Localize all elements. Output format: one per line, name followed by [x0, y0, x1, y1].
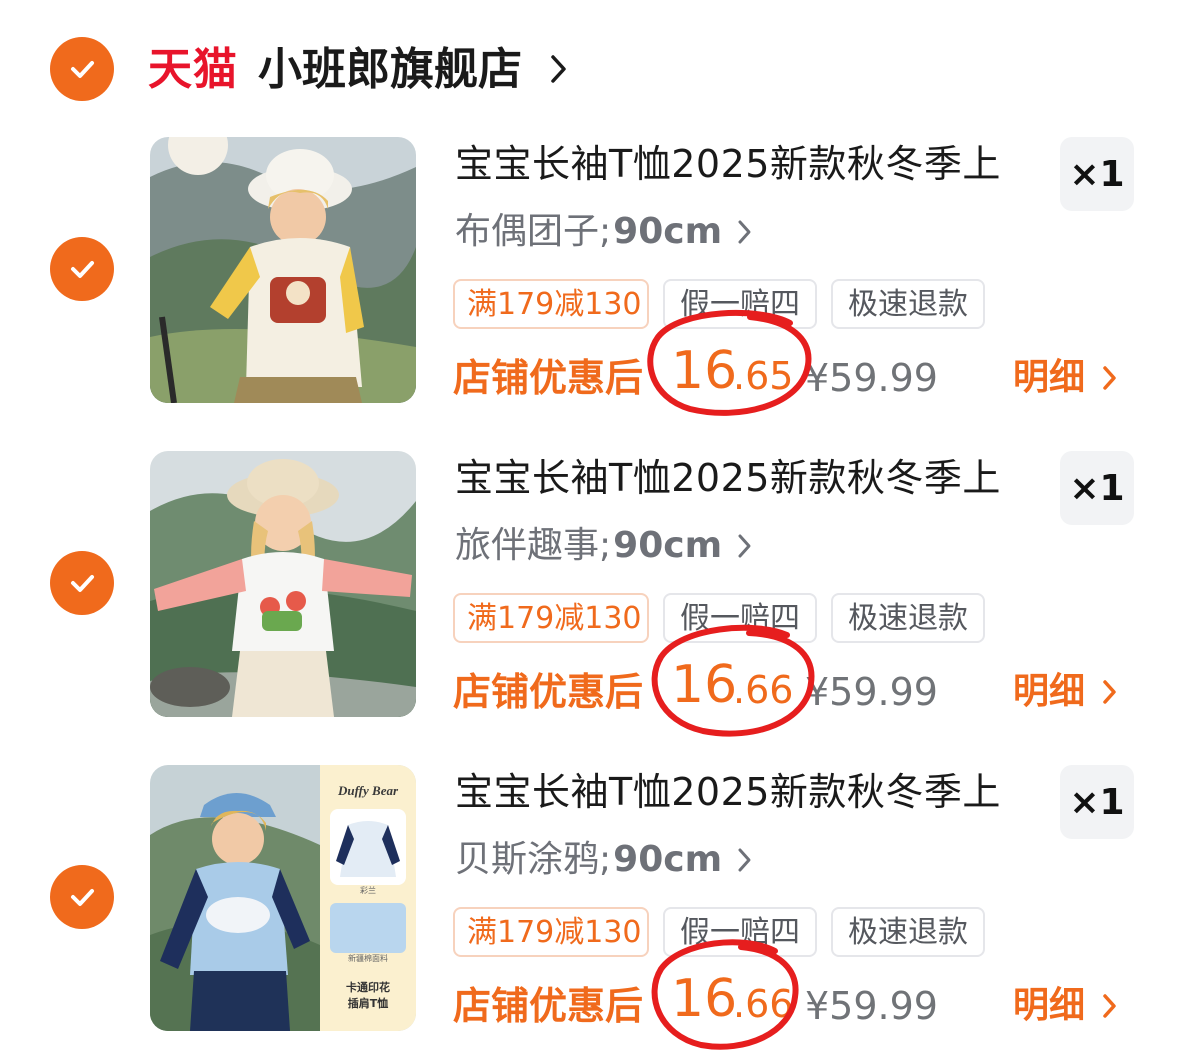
chevron-right-icon	[1103, 680, 1116, 704]
variant-size: 90cm	[613, 211, 723, 252]
price-integer: 16	[671, 341, 738, 401]
item-select-checkbox[interactable]	[50, 237, 114, 301]
detail-button[interactable]: 明细	[1013, 981, 1119, 1031]
variant-selector[interactable]: 旅伴趣事; 90cm	[455, 523, 754, 569]
item-select-checkbox[interactable]	[50, 551, 114, 615]
price-label: 店铺优惠后	[453, 670, 644, 714]
chevron-right-icon	[1103, 994, 1116, 1018]
price-label: 店铺优惠后	[453, 984, 644, 1028]
price-decimal: .66	[733, 668, 794, 712]
price-integer: 16	[671, 655, 738, 715]
side-brand: Duffy Bear	[337, 783, 399, 798]
product-image[interactable]	[150, 137, 416, 403]
check-icon	[71, 575, 94, 592]
product-image[interactable]: Duffy Bear 彩兰 新疆棉面料 卡通印花 插肩T恤	[150, 765, 416, 1031]
price-decimal: .66	[733, 982, 794, 1026]
original-price: ¥59.99	[805, 670, 938, 714]
chevron-right-icon	[738, 848, 751, 872]
cart-item: Duffy Bear 彩兰 新疆棉面料 卡通印花 插肩T恤 宝宝长袖T恤2025…	[0, 765, 1178, 1061]
refund-tag: 极速退款	[831, 593, 985, 643]
variant-style: 旅伴趣事;	[455, 525, 612, 566]
item-select-checkbox[interactable]	[50, 865, 114, 929]
chevron-right-icon	[1103, 366, 1116, 390]
cart-item: 宝宝长袖T恤2025新款秋冬季上 ×1 旅伴趣事; 90cm 满179减130 假…	[0, 451, 1178, 765]
side-caption-bottom-1: 卡通印花	[346, 980, 390, 994]
side-caption-mid: 新疆棉面料	[348, 953, 388, 963]
price-label: 店铺优惠后	[453, 356, 644, 400]
tag-list: 满179减130 假一赔四 极速退款	[453, 907, 985, 957]
check-icon	[71, 61, 94, 78]
refund-tag: 极速退款	[831, 279, 985, 329]
variant-size: 90cm	[613, 525, 723, 566]
product-title[interactable]: 宝宝长袖T恤2025新款秋冬季上	[455, 453, 1001, 503]
check-icon	[71, 261, 94, 278]
price-row: 店铺优惠后 16 .66 ¥59.99 明细	[453, 655, 1153, 721]
guarantee-tag: 假一赔四	[663, 593, 817, 643]
quantity-badge[interactable]: ×1	[1060, 451, 1134, 525]
chevron-right-icon	[738, 220, 751, 244]
detail-button[interactable]: 明细	[1013, 667, 1119, 717]
detail-button[interactable]: 明细	[1013, 353, 1119, 403]
cart-item: 宝宝长袖T恤2025新款秋冬季上 ×1 布偶团子; 90cm 满179减130 假…	[0, 137, 1178, 451]
shop-header: 天猫 小班郎旗舰店	[0, 0, 1178, 130]
tag-list: 满179减130 假一赔四 极速退款	[453, 279, 985, 329]
price-integer: 16	[671, 969, 738, 1029]
refund-tag: 极速退款	[831, 907, 985, 957]
variant-style: 贝斯涂鸦;	[455, 839, 612, 880]
variant-size: 90cm	[613, 839, 723, 880]
price-row: 店铺优惠后 16 .66 ¥59.99 明细	[453, 969, 1153, 1035]
variant-style: 布偶团子;	[455, 211, 612, 252]
promo-tag: 满179减130	[453, 593, 649, 643]
product-title[interactable]: 宝宝长袖T恤2025新款秋冬季上	[455, 767, 1001, 817]
guarantee-tag: 假一赔四	[663, 907, 817, 957]
variant-selector[interactable]: 布偶团子; 90cm	[455, 209, 754, 255]
chevron-right-icon[interactable]	[548, 52, 570, 86]
promo-tag: 满179减130	[453, 907, 649, 957]
variant-selector[interactable]: 贝斯涂鸦; 90cm	[455, 837, 754, 883]
chevron-right-icon	[738, 534, 751, 558]
original-price: ¥59.99	[805, 984, 938, 1028]
guarantee-tag: 假一赔四	[663, 279, 817, 329]
side-caption-top: 彩兰	[360, 885, 376, 895]
quantity-badge[interactable]: ×1	[1060, 765, 1134, 839]
promo-tag: 满179减130	[453, 279, 649, 329]
price-decimal: .65	[733, 354, 794, 398]
original-price: ¥59.99	[805, 356, 938, 400]
tag-list: 满179减130 假一赔四 极速退款	[453, 593, 985, 643]
check-icon	[71, 889, 94, 906]
tmall-logo: 天猫	[148, 44, 238, 95]
quantity-badge[interactable]: ×1	[1060, 137, 1134, 211]
product-image[interactable]	[150, 451, 416, 717]
shop-select-checkbox[interactable]	[50, 37, 114, 101]
product-title[interactable]: 宝宝长袖T恤2025新款秋冬季上	[455, 139, 1001, 189]
detail-label: 明细	[1013, 985, 1086, 1026]
side-caption-bottom-2: 插肩T恤	[348, 996, 389, 1010]
price-row: 店铺优惠后 16 .65 ¥59.99 明细	[453, 341, 1153, 407]
detail-label: 明细	[1013, 671, 1086, 712]
shop-name[interactable]: 小班郎旗舰店	[258, 40, 522, 100]
detail-label: 明细	[1013, 357, 1086, 398]
